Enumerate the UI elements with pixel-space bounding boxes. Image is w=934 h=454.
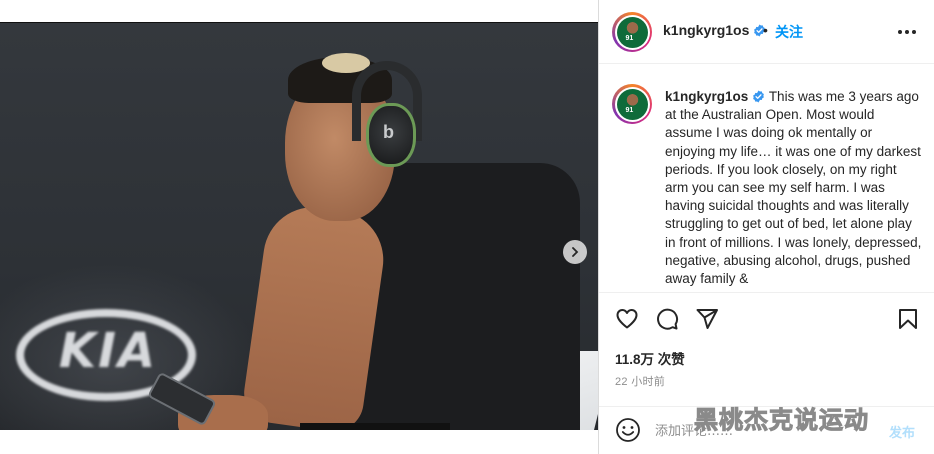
- more-horizontal-icon: [912, 30, 916, 34]
- avatar[interactable]: 91: [612, 12, 652, 52]
- heart-icon: [616, 309, 638, 329]
- paper-plane-icon: [696, 309, 718, 329]
- caption-avatar-jersey-number: 91: [625, 106, 634, 114]
- post-side-panel: 91 k1ngkyrg1os • 关注 91 k1ngkyrg1os This …: [598, 0, 934, 454]
- share-button[interactable]: [695, 307, 719, 331]
- kia-logo-text: KIA: [58, 323, 158, 379]
- caption-username[interactable]: k1ngkyrg1os: [665, 89, 748, 104]
- post-photo[interactable]: KIA b: [0, 22, 598, 430]
- instagram-post-modal: KIA b 91 k1ngkyrg1os • 关注 91 k1ngkyrg1os…: [0, 0, 934, 454]
- more-horizontal-icon: [898, 30, 902, 34]
- avatar-image: 91: [616, 16, 648, 48]
- caption-avatar-image: 91: [616, 88, 648, 120]
- post-comment-button[interactable]: 发布: [889, 422, 915, 441]
- comment-composer: 发布: [599, 406, 934, 454]
- comment-icon: [657, 308, 679, 330]
- caption-text: This was me 3 years ago at the Australia…: [665, 89, 922, 287]
- bottom-margin: [0, 430, 598, 454]
- bookmark-icon: [899, 309, 917, 329]
- follow-button[interactable]: 关注: [775, 22, 803, 42]
- post-timestamp[interactable]: 22 小时前: [615, 373, 665, 389]
- caption-area: 91 k1ngkyrg1os This was me 3 years ago a…: [599, 64, 934, 292]
- save-button[interactable]: [896, 307, 920, 331]
- chevron-right-icon: [572, 247, 579, 257]
- post-header: 91 k1ngkyrg1os • 关注: [599, 0, 934, 64]
- comment-input[interactable]: [655, 420, 875, 442]
- avatar-jersey-number: 91: [625, 34, 634, 42]
- action-bar: 11.8万 次赞 22 小时前: [599, 292, 934, 412]
- headphones: b: [366, 103, 416, 167]
- headphone-logo: b: [383, 122, 394, 142]
- carousel-next-button[interactable]: [563, 240, 587, 264]
- more-horizontal-icon: [905, 30, 909, 34]
- verified-badge-icon: [753, 90, 765, 103]
- shorts: [300, 423, 450, 430]
- caption: k1ngkyrg1os This was me 3 years ago at t…: [665, 88, 923, 288]
- header-separator: •: [763, 22, 768, 38]
- like-button[interactable]: [615, 307, 639, 331]
- likes-count[interactable]: 11.8万 次赞: [615, 348, 685, 368]
- comment-button[interactable]: [655, 307, 679, 331]
- header-username[interactable]: k1ngkyrg1os: [663, 22, 749, 38]
- header-username-wrap: k1ngkyrg1os: [663, 22, 766, 38]
- caption-avatar[interactable]: 91: [612, 84, 652, 124]
- more-options-button[interactable]: [895, 22, 919, 42]
- smiley-icon[interactable]: [615, 417, 641, 443]
